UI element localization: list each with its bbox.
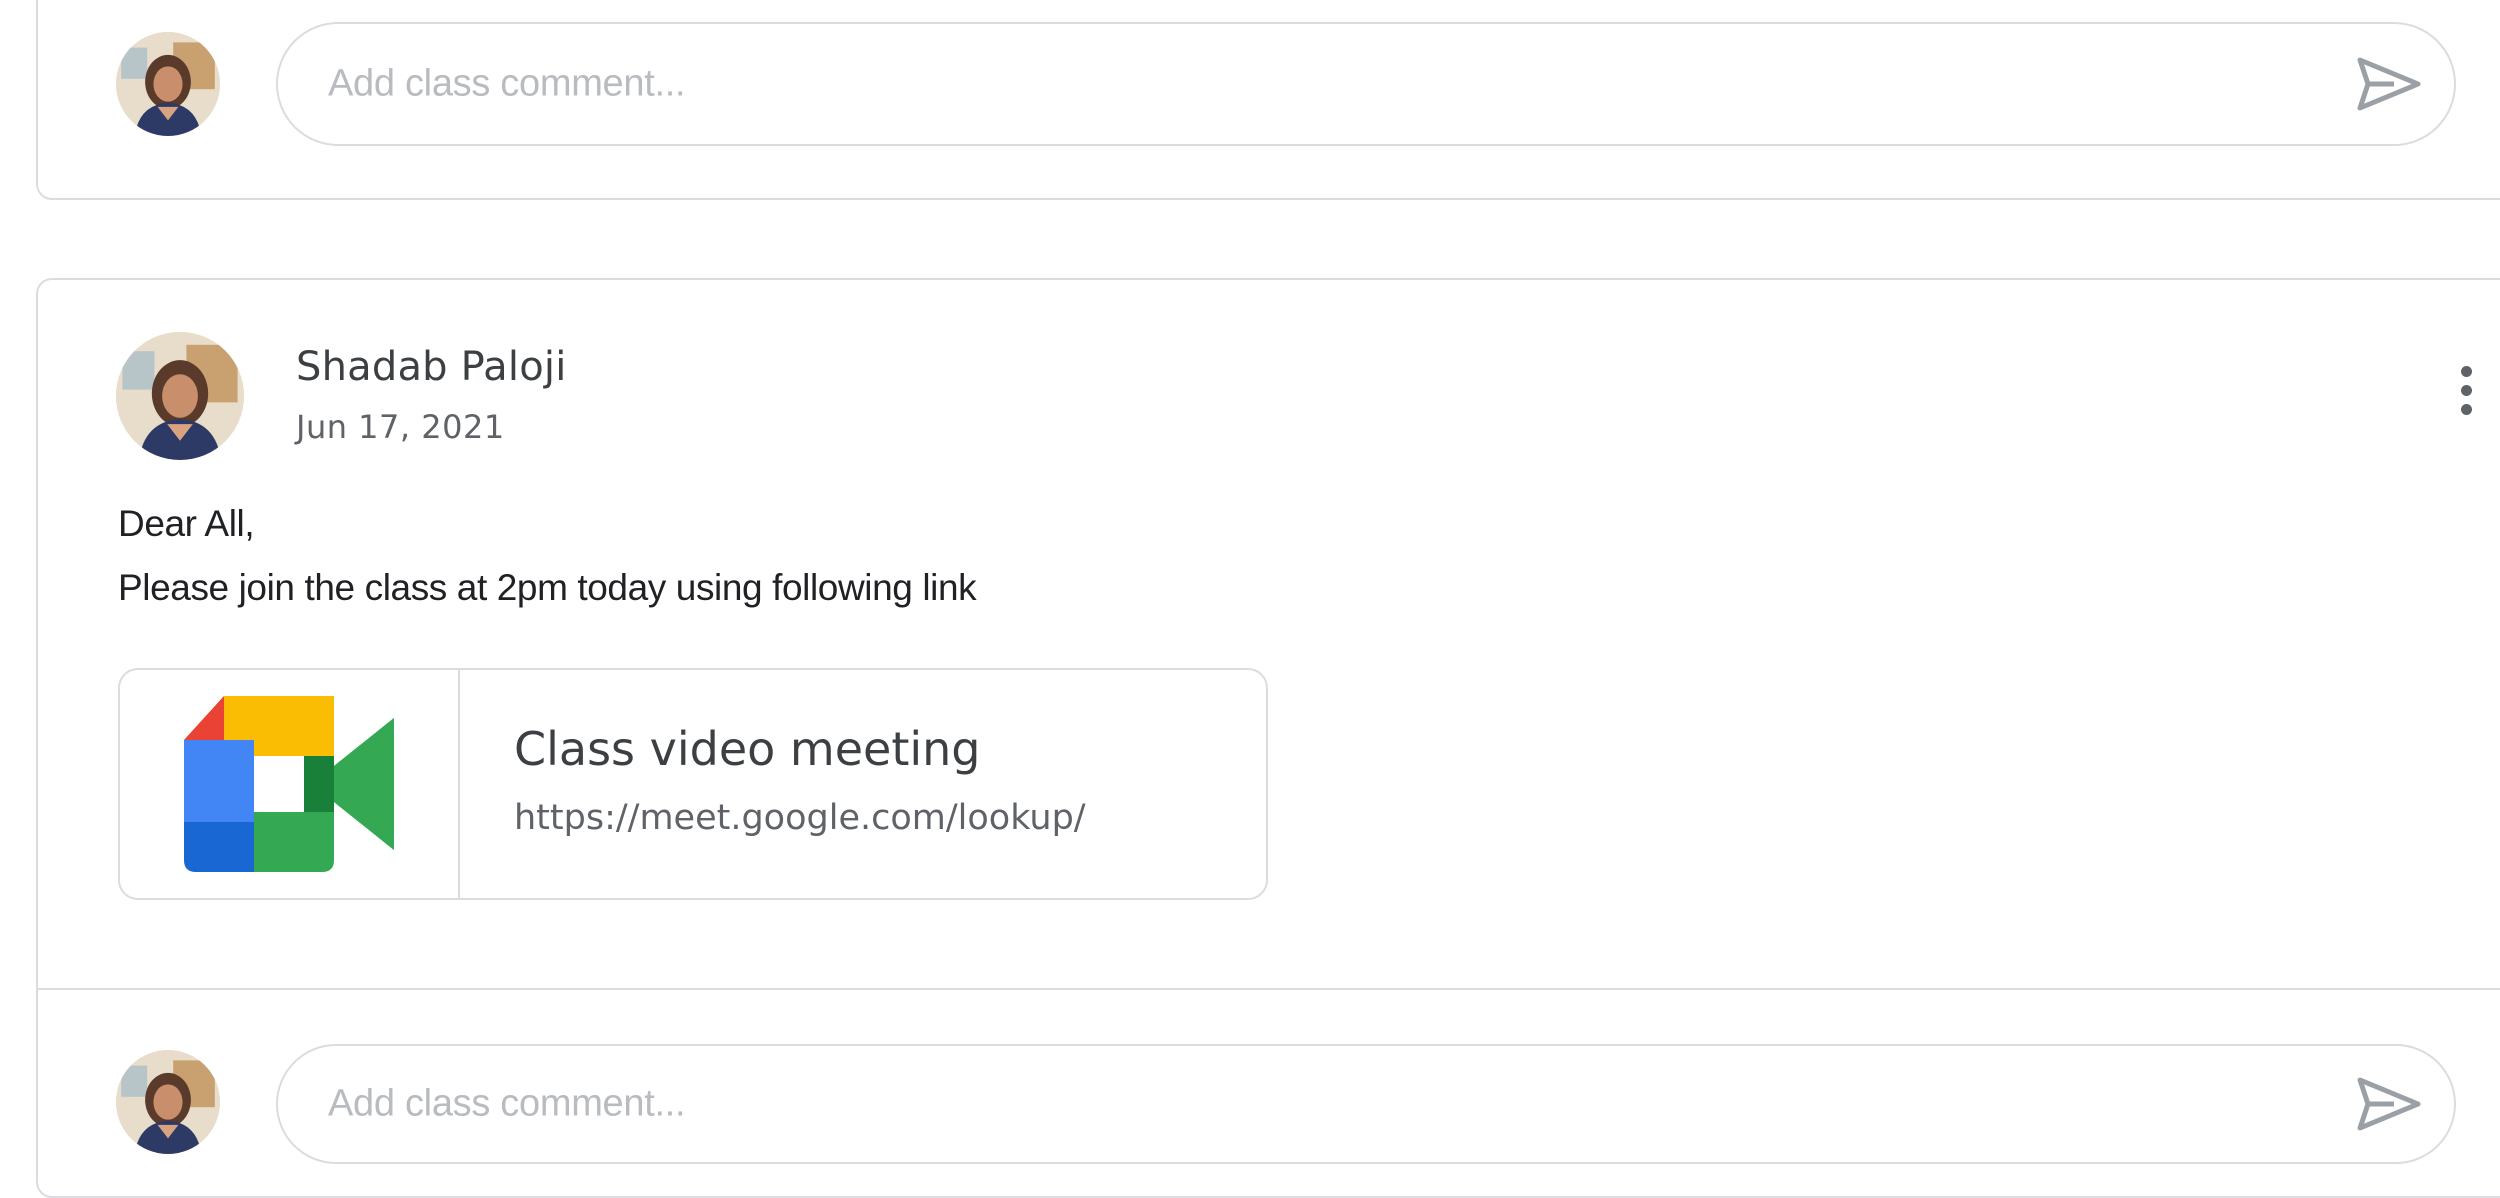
avatar	[116, 1050, 220, 1154]
stream-post-card: Shadab Paloji Jun 17, 2021 Dear All, Ple…	[36, 278, 2500, 1198]
comment-placeholder: Add class comment...	[328, 1082, 686, 1125]
post-body-line: Dear All,	[118, 503, 255, 544]
avatar-photo	[116, 32, 220, 136]
previous-post-card: Add class comment...	[36, 0, 2500, 200]
avatar-photo	[116, 1050, 220, 1154]
avatar-photo	[116, 332, 244, 460]
comment-placeholder: Add class comment...	[328, 62, 686, 105]
class-comment-input[interactable]: Add class comment...	[276, 1044, 2456, 1164]
more-vert-icon[interactable]	[2454, 366, 2478, 430]
author-avatar	[116, 332, 244, 460]
class-comment-input[interactable]: Add class comment...	[276, 22, 2456, 146]
avatar	[116, 32, 220, 136]
post-author-name[interactable]: Shadab Paloji	[296, 344, 567, 390]
attachment-title: Class video meeting	[514, 722, 981, 776]
send-icon[interactable]	[2354, 1074, 2424, 1134]
comments-divider	[38, 988, 2500, 990]
post-body-line: Please join the class at 2pm today using…	[118, 567, 977, 608]
send-icon[interactable]	[2354, 54, 2424, 114]
meet-link-attachment[interactable]: Class video meeting https://meet.google.…	[118, 668, 1268, 900]
attachment-url: https://meet.google.com/lookup/	[514, 798, 1086, 838]
post-date: Jun 17, 2021	[296, 408, 505, 446]
post-body: Dear All, Please join the class at 2pm t…	[118, 492, 977, 620]
google-meet-icon	[184, 696, 394, 872]
attachment-thumbnail	[120, 670, 460, 898]
